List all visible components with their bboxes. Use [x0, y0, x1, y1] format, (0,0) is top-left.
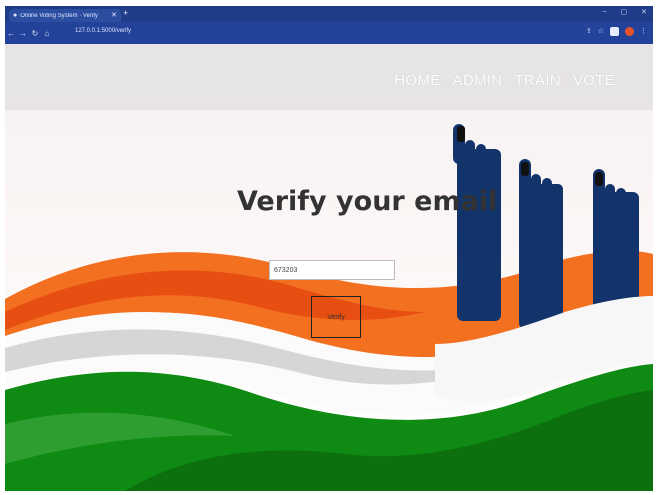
code-value: 673203	[274, 267, 298, 274]
nav-vote[interactable]: VOTE	[573, 72, 615, 89]
share-icon[interactable]: ⇪	[586, 28, 592, 35]
nav-train[interactable]: TRAIN	[514, 72, 561, 89]
page-title: Verify your email	[237, 186, 498, 217]
star-icon[interactable]: ☆	[598, 28, 604, 35]
main-nav: HOME ADMIN TRAIN VOTE	[394, 72, 615, 89]
new-tab-button[interactable]: +	[123, 8, 128, 18]
verification-code-input[interactable]: 673203	[269, 260, 395, 280]
extension-icon[interactable]	[610, 27, 619, 36]
tab-title: Online Voting System · Verify	[20, 12, 98, 19]
tab-active[interactable]: ● Online Voting System · Verify ✕	[9, 9, 121, 22]
close-window-icon[interactable]: ✕	[641, 8, 647, 16]
close-icon[interactable]: ✕	[111, 12, 117, 19]
verify-button[interactable]: Verify	[311, 296, 361, 338]
minimize-icon[interactable]: –	[603, 8, 607, 16]
window-controls: – ▢ ✕	[603, 8, 647, 16]
back-icon[interactable]: ←	[5, 29, 17, 38]
address-bar: ← → ↻ ⌂ 127.0.0.1:5000/verify ⇪ ☆ ⋮	[5, 22, 653, 44]
site-header: HOME ADMIN TRAIN VOTE	[5, 44, 653, 110]
nav-home[interactable]: HOME	[394, 72, 440, 89]
forward-icon[interactable]: →	[17, 29, 29, 38]
browser-window: ● Online Voting System · Verify ✕ + – ▢ …	[5, 6, 653, 491]
toolbar-right: ⇪ ☆ ⋮	[586, 27, 647, 36]
maximize-icon[interactable]: ▢	[621, 8, 628, 16]
nav-admin[interactable]: ADMIN	[453, 72, 503, 89]
url-field[interactable]: 127.0.0.1:5000/verify	[75, 28, 131, 34]
tab-bar: ● Online Voting System · Verify ✕ + – ▢ …	[5, 6, 653, 22]
favicon-icon: ●	[13, 12, 18, 19]
page-content: HOME ADMIN TRAIN VOTE Verify your email …	[5, 44, 653, 491]
reload-icon[interactable]: ↻	[29, 29, 41, 38]
home-icon[interactable]: ⌂	[41, 29, 53, 38]
profile-avatar[interactable]	[625, 27, 634, 36]
menu-icon[interactable]: ⋮	[640, 28, 647, 35]
